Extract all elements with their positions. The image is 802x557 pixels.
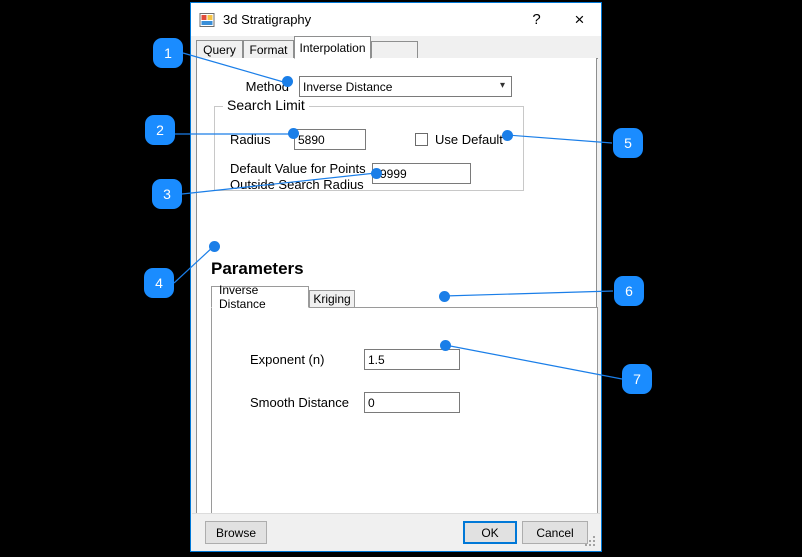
exponent-row: Exponent (n) xyxy=(250,349,460,370)
radius-label: Radius xyxy=(230,132,271,147)
method-select[interactable]: Inverse Distance xyxy=(299,76,512,97)
interpolation-tab-page: Method Inverse Distance ▾ Search Limit R… xyxy=(196,58,598,536)
close-icon[interactable]: × xyxy=(558,3,601,36)
tab-kriging[interactable]: Kriging xyxy=(309,290,355,308)
title-bar: 3d Stratigraphy ? × xyxy=(191,3,601,36)
callout-dot-2 xyxy=(288,128,299,139)
exponent-input[interactable] xyxy=(364,349,460,370)
use-default-checkbox-row[interactable]: Use Default xyxy=(415,132,503,147)
parameters-tab-strip: Inverse Distance Kriging xyxy=(211,283,598,311)
use-default-label: Use Default xyxy=(435,132,503,147)
method-combobox[interactable]: Inverse Distance ▾ xyxy=(299,76,512,97)
callout-dot-3 xyxy=(371,168,382,179)
tab-format[interactable]: Format xyxy=(243,40,294,59)
resize-grip-icon[interactable] xyxy=(585,536,596,547)
annotation-badge-1: 1 xyxy=(153,38,183,68)
cancel-button[interactable]: Cancel xyxy=(522,521,588,544)
tab-query[interactable]: Query xyxy=(196,40,243,59)
tab-inverse-distance[interactable]: Inverse Distance xyxy=(211,283,309,311)
smooth-distance-input[interactable] xyxy=(364,392,460,413)
dialog-3d-stratigraphy: 3d Stratigraphy ? × Query Format Interpo… xyxy=(190,2,602,552)
annotation-badge-4: 4 xyxy=(144,268,174,298)
callout-dot-5 xyxy=(502,130,513,141)
callout-dot-6 xyxy=(439,291,450,302)
default-value-input[interactable] xyxy=(372,163,471,184)
annotation-badge-7: 7 xyxy=(622,364,652,394)
exponent-label: Exponent (n) xyxy=(250,352,325,367)
dialog-footer: Browse OK Cancel xyxy=(192,513,600,550)
inverse-distance-panel: Exponent (n) Smooth Distance xyxy=(211,307,598,536)
browse-button[interactable]: Browse xyxy=(205,521,267,544)
use-default-checkbox[interactable] xyxy=(415,133,428,146)
smooth-distance-label: Smooth Distance xyxy=(250,395,349,410)
annotation-badge-6: 6 xyxy=(614,276,644,306)
ok-button[interactable]: OK xyxy=(463,521,517,544)
tab-filler xyxy=(371,41,418,59)
parameters-heading: Parameters xyxy=(211,259,304,278)
default-value-label: Default Value for Points Outside Search … xyxy=(230,161,366,192)
annotation-badge-3: 3 xyxy=(152,179,182,209)
method-row: Method Inverse Distance ▾ xyxy=(213,76,512,97)
search-limit-title: Search Limit xyxy=(223,97,309,113)
smooth-distance-row: Smooth Distance xyxy=(250,392,460,413)
method-label: Method xyxy=(245,79,289,94)
callout-dot-1 xyxy=(282,76,293,87)
title-bar-buttons: ? × xyxy=(515,3,601,36)
default-value-row: Default Value for Points Outside Search … xyxy=(230,161,471,193)
radius-input[interactable] xyxy=(294,129,366,150)
form-designer-icon xyxy=(199,12,215,28)
window-title: 3d Stratigraphy xyxy=(223,12,312,27)
annotation-badge-2: 2 xyxy=(145,115,175,145)
main-tab-strip: Query Format Interpolation xyxy=(192,36,602,59)
annotation-badge-5: 5 xyxy=(613,128,643,158)
callout-dot-4 xyxy=(209,241,220,252)
callout-dot-7 xyxy=(440,340,451,351)
help-button[interactable]: ? xyxy=(515,3,558,36)
screenshot-stage: 3d Stratigraphy ? × Query Format Interpo… xyxy=(0,0,802,557)
tab-interpolation[interactable]: Interpolation xyxy=(294,36,371,59)
